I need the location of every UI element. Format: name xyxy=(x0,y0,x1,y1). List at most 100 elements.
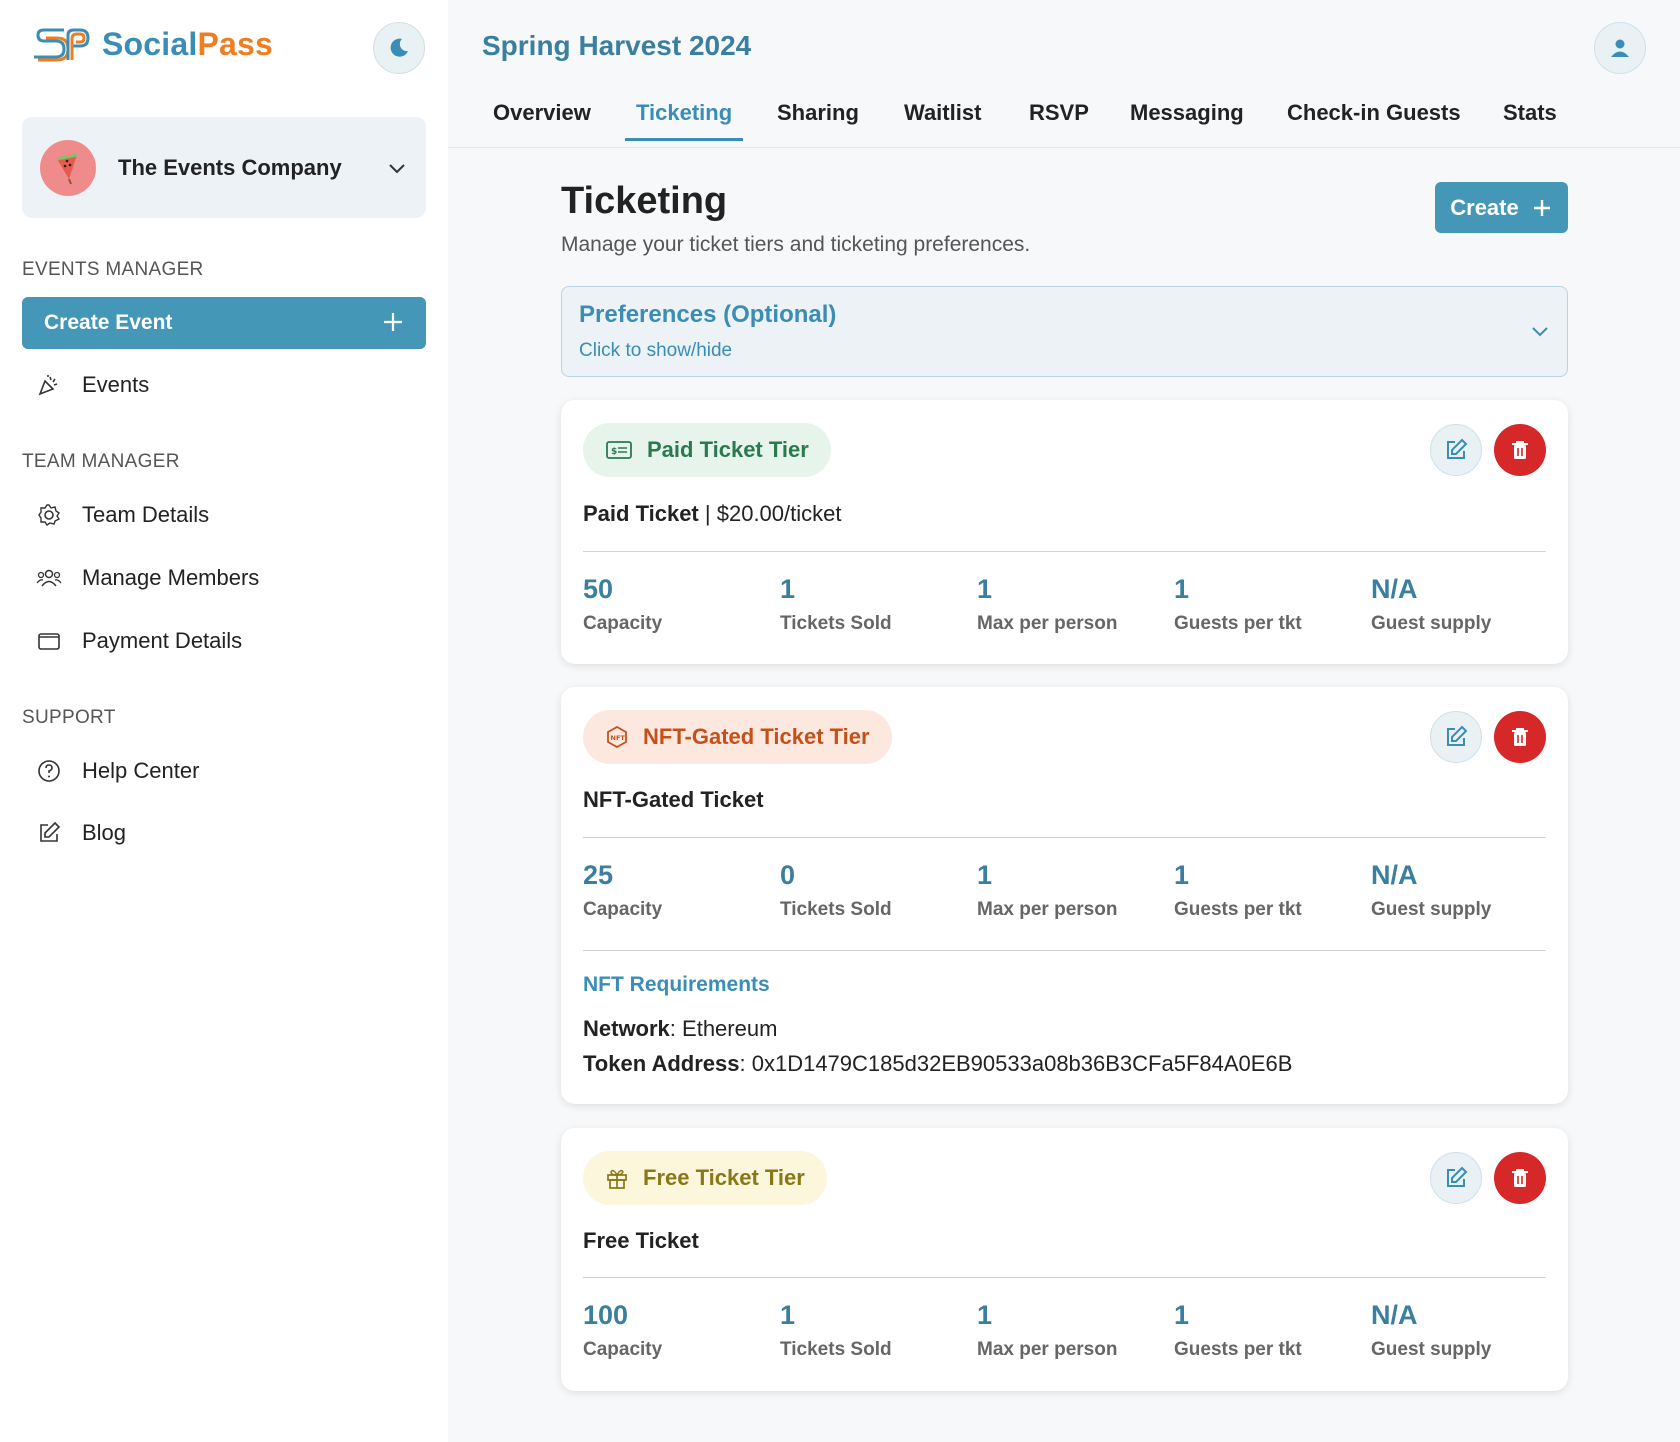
tab-waitlist[interactable]: Waitlist xyxy=(904,100,981,138)
stat-guests-per-ticket: 1 Guests per tkt xyxy=(1174,1300,1302,1360)
stat-guests-per-ticket: 1 Guests per tkt xyxy=(1174,574,1302,634)
ticket-name-line: Paid Ticket | $20.00/ticket xyxy=(583,501,841,527)
section-label-support: SUPPORT xyxy=(22,707,116,728)
ticket-name-line: NFT-Gated Ticket xyxy=(583,787,764,813)
stat-capacity: 100 Capacity xyxy=(583,1300,663,1360)
wallet-icon xyxy=(38,633,60,650)
moon-icon xyxy=(390,38,408,57)
gift-icon xyxy=(607,1169,627,1189)
tier-badge-paid: $ Paid Ticket Tier xyxy=(583,423,831,477)
user-icon xyxy=(1611,39,1629,57)
edit-tier-button[interactable] xyxy=(1430,1152,1482,1204)
stat-guest-supply: N/A Guest supply xyxy=(1371,574,1492,634)
create-label: Create xyxy=(1450,194,1519,220)
trash-icon xyxy=(1512,728,1528,746)
nft-requirements-title: NFT Requirements xyxy=(583,973,770,996)
sidebar-item-help-center[interactable]: Help Center xyxy=(36,758,199,784)
divider xyxy=(583,1277,1546,1278)
trash-icon xyxy=(1512,441,1528,459)
sidebar: SocialPass The Events Company EVENTS MAN… xyxy=(0,0,448,1442)
sidebar-item-payment-details[interactable]: Payment Details xyxy=(36,628,242,654)
page-title: Ticketing xyxy=(561,180,728,222)
sidebar-item-events[interactable]: Events xyxy=(36,372,149,398)
section-label-team-manager: TEAM MANAGER xyxy=(22,451,180,472)
sidebar-item-blog[interactable]: Blog xyxy=(36,820,126,846)
edit-icon xyxy=(1447,725,1468,746)
stat-capacity: 50 Capacity xyxy=(583,574,663,634)
svg-text:$: $ xyxy=(611,447,617,457)
ticket-tier-card-free: Free Ticket Tier Free Ticket 100 Capacity… xyxy=(561,1128,1568,1391)
tier-badge-free: Free Ticket Tier xyxy=(583,1151,827,1205)
preferences-accordion[interactable]: Preferences (Optional) Click to show/hid… xyxy=(561,286,1568,377)
cash-ticket-icon: $ xyxy=(606,441,632,459)
divider xyxy=(583,551,1546,552)
stat-tickets-sold: 1 Tickets Sold xyxy=(780,1300,892,1360)
sidebar-item-label: Help Center xyxy=(82,758,200,783)
ticket-price: $20.00/ticket xyxy=(716,501,842,526)
watermelon-icon xyxy=(56,153,78,184)
sidebar-item-label: Blog xyxy=(82,820,127,845)
section-label-events-manager: EVENTS MANAGER xyxy=(22,259,204,280)
edit-tier-button[interactable] xyxy=(1430,711,1482,763)
delete-tier-button[interactable] xyxy=(1494,424,1546,476)
event-header: Spring Harvest 2024 Overview Ticketing S… xyxy=(448,0,1680,148)
network-value: Ethereum xyxy=(682,1016,778,1041)
sidebar-item-label: Payment Details xyxy=(82,628,243,653)
ticket-name: Free Ticket xyxy=(583,1228,699,1253)
nft-hexagon-icon: NFT xyxy=(607,725,627,749)
create-event-button[interactable]: Create Event xyxy=(22,297,426,349)
stat-guests-per-ticket: 1 Guests per tkt xyxy=(1174,860,1302,920)
network-label: Network xyxy=(583,1016,670,1041)
price-separator: | xyxy=(704,501,711,526)
stat-tickets-sold: 0 Tickets Sold xyxy=(780,860,892,920)
pencil-square-icon xyxy=(40,821,61,842)
create-ticket-tier-button[interactable]: Create xyxy=(1435,182,1568,233)
tab-overview[interactable]: Overview xyxy=(493,100,591,138)
ticket-tier-card-paid: $ Paid Ticket Tier Paid Ticket | $20.00/… xyxy=(561,400,1568,664)
tab-messaging[interactable]: Messaging xyxy=(1130,100,1244,138)
brand-name: SocialPass xyxy=(102,26,274,62)
sidebar-item-label: Manage Members xyxy=(82,565,260,590)
tab-sharing[interactable]: Sharing xyxy=(777,100,859,138)
stat-tickets-sold: 1 Tickets Sold xyxy=(780,574,892,634)
tab-stats[interactable]: Stats xyxy=(1503,100,1557,138)
nft-token-row: Token Address: 0x1D1479C185d32EB90533a08… xyxy=(583,1051,1293,1076)
ticket-name: NFT-Gated Ticket xyxy=(583,787,764,812)
tab-check-in-guests[interactable]: Check-in Guests xyxy=(1287,100,1461,138)
delete-tier-button[interactable] xyxy=(1494,1152,1546,1204)
trash-icon xyxy=(1512,1169,1528,1187)
stat-max-per-person: 1 Max per person xyxy=(977,574,1118,634)
stat-max-per-person: 1 Max per person xyxy=(977,860,1118,920)
sidebar-item-label: Team Details xyxy=(82,502,210,527)
ticket-tier-card-nft: NFT NFT-Gated Ticket Tier NFT-Gated Tick… xyxy=(561,687,1568,1104)
divider xyxy=(583,837,1546,838)
tier-badge-label: NFT-Gated Ticket Tier xyxy=(643,724,870,749)
ticket-name: Paid Ticket xyxy=(583,501,699,526)
org-name: The Events Company xyxy=(118,154,342,180)
tier-badge-nft: NFT NFT-Gated Ticket Tier xyxy=(583,710,892,764)
stat-max-per-person: 1 Max per person xyxy=(977,1300,1118,1360)
nft-network-row: Network: Ethereum xyxy=(583,1016,778,1041)
create-event-label: Create Event xyxy=(44,311,173,334)
org-avatar xyxy=(40,139,96,196)
tab-rsvp[interactable]: RSVP xyxy=(1029,100,1089,138)
user-menu-button[interactable] xyxy=(1594,22,1646,74)
users-icon xyxy=(36,569,62,587)
edit-icon xyxy=(1447,438,1468,459)
tab-ticketing[interactable]: Ticketing xyxy=(625,100,744,141)
preferences-title: Preferences (Optional) xyxy=(579,301,837,328)
edit-tier-button[interactable] xyxy=(1430,424,1482,476)
edit-icon xyxy=(1447,1166,1468,1187)
theme-toggle-button[interactable] xyxy=(373,22,425,74)
organization-switcher[interactable]: The Events Company xyxy=(22,117,426,218)
delete-tier-button[interactable] xyxy=(1494,711,1546,763)
brand-logo[interactable]: SocialPass xyxy=(30,26,273,63)
sidebar-item-team-details[interactable]: Team Details xyxy=(36,502,209,528)
chevron-down-icon xyxy=(1532,327,1548,337)
preferences-subtitle: Click to show/hide xyxy=(579,340,733,361)
token-address-label: Token Address xyxy=(583,1051,740,1076)
sidebar-item-manage-members[interactable]: Manage Members xyxy=(36,565,259,591)
page-subtitle: Manage your ticket tiers and ticketing p… xyxy=(561,233,1031,256)
plus-icon xyxy=(1533,199,1550,216)
stat-capacity: 25 Capacity xyxy=(583,860,663,920)
